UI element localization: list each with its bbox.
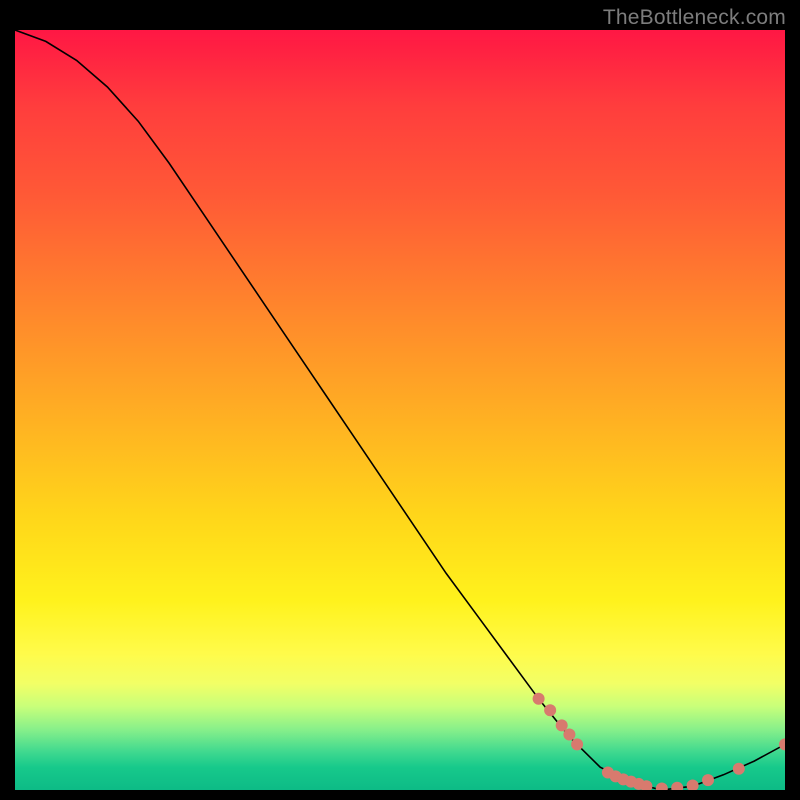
data-marker xyxy=(779,738,785,750)
data-marker xyxy=(687,779,699,790)
data-marker xyxy=(671,782,683,790)
marker-group xyxy=(533,693,785,790)
chart-area xyxy=(15,30,785,790)
data-marker xyxy=(544,704,556,716)
data-marker xyxy=(702,774,714,786)
data-marker xyxy=(571,738,583,750)
bottleneck-curve-line xyxy=(15,30,785,790)
data-marker xyxy=(656,782,668,790)
data-marker xyxy=(556,719,568,731)
data-marker xyxy=(533,693,545,705)
chart-overlay xyxy=(15,30,785,790)
watermark-text: TheBottleneck.com xyxy=(603,6,786,30)
data-marker xyxy=(563,729,575,741)
data-marker xyxy=(733,763,745,775)
